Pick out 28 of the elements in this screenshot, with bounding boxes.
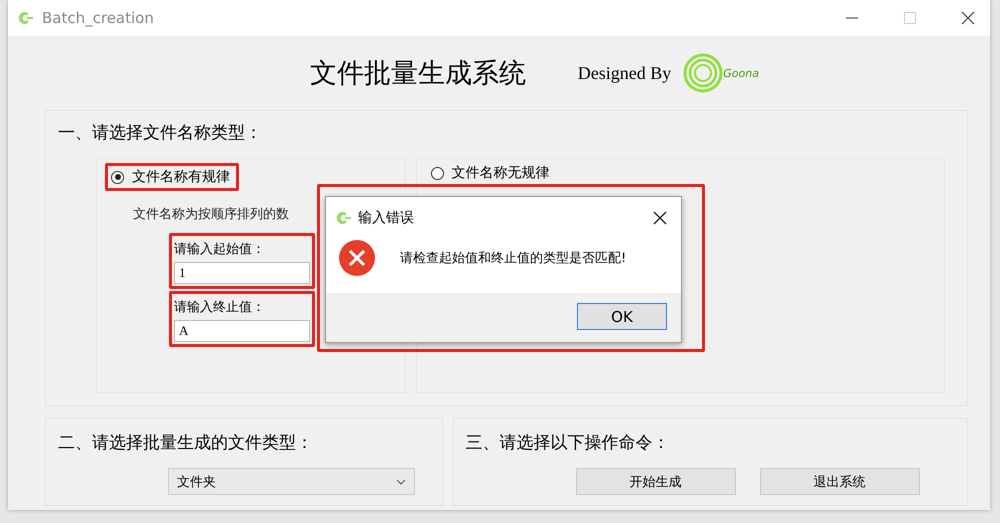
- radio-option[interactable]: 文件名称有规律: [108, 166, 236, 188]
- dropdown[interactable]: 文件夹: [168, 468, 415, 495]
- error-icon: [338, 239, 376, 277]
- app-icon: [336, 210, 352, 226]
- field-label: 请输入起始值：: [174, 241, 266, 258]
- app-title: 文件批量生成系统: [310, 57, 526, 91]
- app-icon: [18, 10, 34, 26]
- error-message: 请检查起始值和终止值的类型是否匹配!: [400, 250, 626, 267]
- window-title: Batch_creation: [42, 9, 154, 27]
- section-heading: 二、请选择批量生成的文件类型：: [58, 433, 313, 453]
- action-button[interactable]: 退出系统: [760, 468, 920, 495]
- close-icon[interactable]: [960, 10, 976, 26]
- ok-button[interactable]: OK: [577, 303, 667, 330]
- dialog-title: 输入错误: [358, 209, 414, 227]
- input-field[interactable]: 1: [174, 262, 310, 284]
- description-text: 文件名称为按顺序排列的数: [133, 206, 289, 223]
- input-field[interactable]: A: [174, 320, 310, 342]
- action-button[interactable]: 开始生成: [576, 468, 736, 495]
- radio-option[interactable]: 文件名称无规律: [428, 162, 941, 184]
- radio-button[interactable]: [111, 170, 124, 184]
- credit-text: Designed By: [578, 62, 672, 84]
- field-label: 请输入终止值：: [174, 299, 266, 316]
- close-icon[interactable]: [653, 211, 667, 225]
- logo-badge: Goona: [683, 53, 764, 93]
- chevron-icon: [396, 478, 406, 484]
- section-heading: 一、请选择文件名称类型：: [58, 122, 263, 144]
- section-heading: 三、请选择以下操作命令：: [466, 433, 670, 453]
- radio-button[interactable]: [430, 166, 444, 180]
